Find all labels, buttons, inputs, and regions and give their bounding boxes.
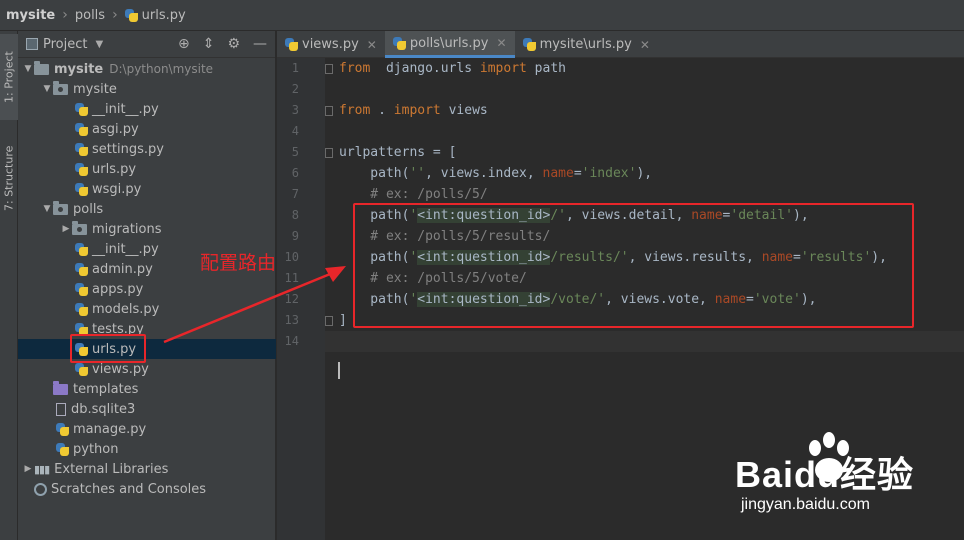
- baidu-watermark: Baidu经验 jingyan.baidu.com: [735, 432, 935, 522]
- watermark-domain: jingyan.baidu.com: [741, 496, 870, 513]
- watermark-brand: Baidu经验: [735, 454, 915, 495]
